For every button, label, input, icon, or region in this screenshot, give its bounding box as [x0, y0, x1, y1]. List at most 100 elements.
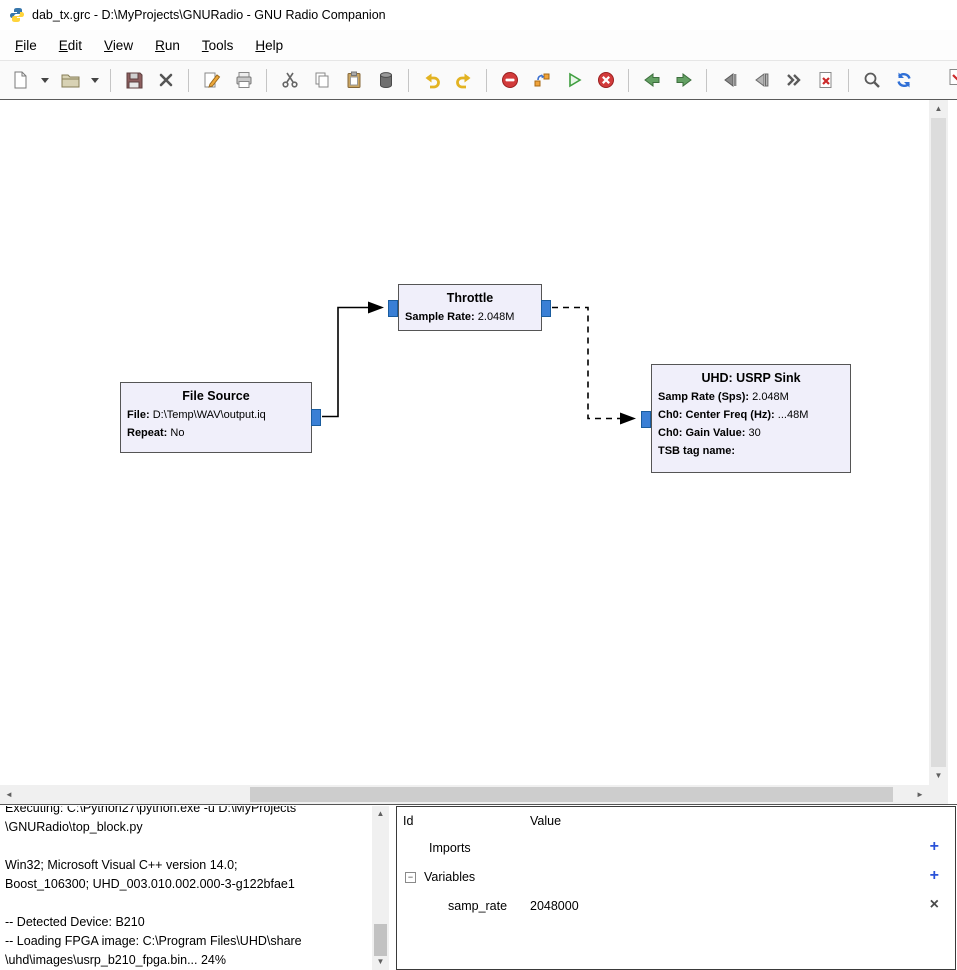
console-panel[interactable]: Executing: C:\Python27\python.exe -u D:\…: [4, 806, 370, 970]
param-value: No: [170, 427, 185, 439]
find-icon[interactable]: [858, 67, 885, 94]
param-key: File:: [127, 409, 150, 421]
remove-variable-button[interactable]: ×: [930, 896, 939, 914]
menu-run[interactable]: Run: [144, 34, 191, 57]
input-port[interactable]: [388, 300, 398, 317]
reload-icon[interactable]: [890, 67, 917, 94]
toolbar: [0, 61, 957, 100]
scrollbar-corner: [929, 785, 948, 804]
column-header-id: Id: [403, 814, 414, 828]
canvas-vertical-scrollbar[interactable]: ▲ ▼: [929, 100, 948, 785]
save-icon[interactable]: [120, 67, 147, 94]
scroll-down-icon[interactable]: ▼: [372, 954, 389, 970]
param-key: Samp Rate (Sps):: [658, 391, 750, 403]
scroll-right-icon[interactable]: ►: [911, 785, 929, 804]
connection-arrowhead: [368, 301, 384, 314]
scroll-up-icon[interactable]: ▲: [929, 100, 948, 118]
open-dropdown-icon[interactable]: [88, 67, 101, 94]
bypass-block-icon[interactable]: [780, 67, 807, 94]
flowgraph-errors-icon[interactable]: [812, 67, 839, 94]
block-file-source[interactable]: File Source File: D:\Temp\WAV\output.iq …: [120, 382, 321, 453]
scrollbar-thumb[interactable]: [250, 787, 893, 802]
undo-icon[interactable]: [418, 67, 445, 94]
generate-icon[interactable]: [528, 67, 555, 94]
menu-bar: File Edit View Run Tools Help: [0, 30, 957, 61]
variable-value[interactable]: 2048000: [530, 899, 579, 913]
block-param: File: D:\Temp\WAV\output.iq: [127, 406, 305, 424]
block-param: Samp Rate (Sps): 2.048M: [658, 388, 844, 406]
variables-row-imports[interactable]: Imports +: [397, 834, 955, 863]
menu-edit[interactable]: Edit: [48, 34, 93, 57]
param-key: Ch0: Center Freq (Hz):: [658, 409, 775, 421]
new-dropdown-icon[interactable]: [38, 67, 51, 94]
variable-id: samp_rate: [448, 899, 508, 913]
errors-icon[interactable]: [496, 67, 523, 94]
input-port[interactable]: [641, 411, 651, 428]
console-vertical-scrollbar[interactable]: ▲ ▼: [372, 806, 389, 970]
param-key: Sample Rate:: [405, 311, 475, 323]
scroll-left-icon[interactable]: ◄: [0, 785, 18, 804]
connection-arrowhead: [620, 412, 636, 425]
back-icon[interactable]: [638, 67, 665, 94]
variables-panel: Id Value Imports + − Variables + samp_ra…: [396, 806, 956, 970]
delete-icon[interactable]: [372, 67, 399, 94]
block-param: TSB tag name:: [658, 442, 844, 460]
print-icon[interactable]: [230, 67, 257, 94]
param-value: 2.048M: [752, 391, 789, 403]
toolbar-separator: [848, 68, 849, 92]
forward-icon[interactable]: [670, 67, 697, 94]
collapse-expander-icon[interactable]: −: [405, 872, 416, 883]
menu-help[interactable]: Help: [244, 34, 294, 57]
scroll-up-icon[interactable]: ▲: [372, 806, 389, 822]
close-icon[interactable]: [152, 67, 179, 94]
block-title: UHD: USRP Sink: [701, 371, 801, 385]
clipped-toolbar-icon[interactable]: [946, 67, 957, 94]
param-key: Repeat:: [127, 427, 168, 439]
window-title: dab_tx.grc - D:\MyProjects\GNURadio - GN…: [32, 8, 386, 22]
redo-icon[interactable]: [450, 67, 477, 94]
copy-icon[interactable]: [308, 67, 335, 94]
column-header-value: Value: [530, 814, 562, 828]
toolbar-separator: [706, 68, 707, 92]
open-file-icon[interactable]: [56, 67, 83, 94]
kill-icon[interactable]: [592, 67, 619, 94]
param-value: 30: [748, 427, 761, 439]
menu-tools[interactable]: Tools: [191, 34, 245, 57]
variables-row-variables[interactable]: − Variables +: [397, 863, 955, 892]
flowgraph-canvas[interactable]: File Source File: D:\Temp\WAV\output.iq …: [0, 100, 929, 785]
menu-view[interactable]: View: [93, 34, 144, 57]
run-icon[interactable]: [560, 67, 587, 94]
toolbar-separator: [628, 68, 629, 92]
scrollbar-thumb[interactable]: [931, 118, 946, 767]
connection-throttle-usrpsink[interactable]: [552, 306, 620, 420]
disable-block-icon[interactable]: [748, 67, 775, 94]
add-variable-button[interactable]: +: [930, 867, 939, 885]
block-title: Throttle: [446, 291, 494, 305]
connection-filesource-throttle[interactable]: [322, 306, 368, 418]
param-key: TSB tag name:: [658, 445, 736, 457]
param-key: Ch0: Gain Value:: [658, 427, 746, 439]
toolbar-separator: [486, 68, 487, 92]
block-param: Repeat: No: [127, 424, 305, 442]
paste-icon[interactable]: [340, 67, 367, 94]
add-import-button[interactable]: +: [930, 838, 939, 856]
enable-block-icon[interactable]: [716, 67, 743, 94]
block-uhd-usrp-sink[interactable]: UHD: USRP Sink Samp Rate (Sps): 2.048M C…: [641, 364, 851, 473]
edit-properties-icon[interactable]: [198, 67, 225, 94]
output-port[interactable]: [311, 409, 321, 426]
cut-icon[interactable]: [276, 67, 303, 94]
param-value: ...48M: [777, 409, 809, 421]
menu-file[interactable]: File: [4, 34, 48, 57]
variables-row-samp-rate[interactable]: samp_rate 2048000 ×: [397, 892, 955, 921]
scroll-down-icon[interactable]: ▼: [929, 767, 948, 785]
toolbar-separator: [110, 68, 111, 92]
block-throttle[interactable]: Throttle Sample Rate: 2.048M: [388, 284, 551, 331]
new-file-icon[interactable]: [6, 67, 33, 94]
variables-header: Id Value: [397, 807, 955, 834]
title-bar: dab_tx.grc - D:\MyProjects\GNURadio - GN…: [0, 0, 957, 30]
scrollbar-thumb[interactable]: [374, 924, 387, 956]
canvas-horizontal-scrollbar[interactable]: ◄ ►: [0, 785, 929, 804]
toolbar-separator: [188, 68, 189, 92]
row-label: Imports: [429, 841, 471, 855]
output-port[interactable]: [541, 300, 551, 317]
